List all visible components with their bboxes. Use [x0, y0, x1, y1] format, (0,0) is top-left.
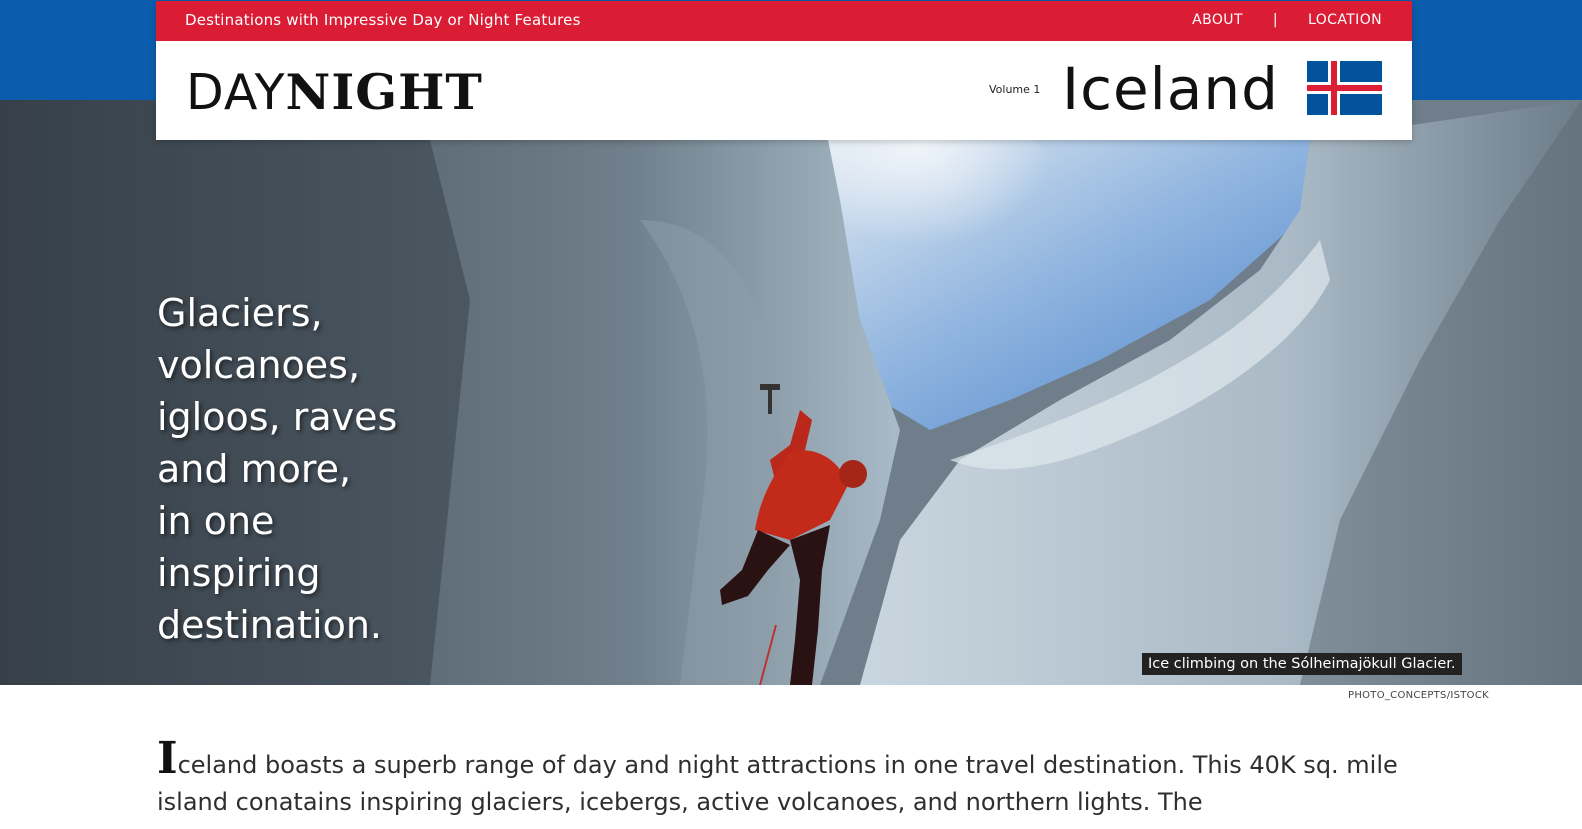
headline-line: Glaciers, [157, 291, 323, 335]
volume-label: Volume 1 [989, 83, 1041, 96]
logo-night: NIGHT [285, 63, 483, 121]
nav-separator: | [1272, 12, 1279, 28]
headline-line: volcanoes, [157, 343, 361, 387]
nav-location-link[interactable]: LOCATION [1308, 12, 1382, 28]
headline-line: inspiring [157, 551, 321, 595]
tagline: Destinations with Impressive Day or Nigh… [185, 11, 581, 29]
logo-day: DAY [186, 64, 286, 121]
top-nav: ABOUT | LOCATION [1192, 12, 1382, 28]
intro-text: celand boasts a superb range of day and … [157, 751, 1398, 816]
nav-about-link[interactable]: ABOUT [1192, 12, 1243, 28]
headline-line: in one [157, 499, 275, 543]
country-title: Iceland [1062, 55, 1279, 123]
photo-credit: PHOTO_CONCEPTS/ISTOCK [1347, 690, 1489, 701]
site-logo[interactable]: DAYNIGHT [186, 67, 483, 118]
photo-caption: Ice climbing on the Sólheimajökull Glaci… [1142, 653, 1462, 675]
iceland-flag-icon [1307, 61, 1382, 115]
headline-line: destination. [157, 603, 382, 647]
headline-line: igloos, raves [157, 395, 398, 439]
headline-line: and more, [157, 447, 352, 491]
site-header: Destinations with Impressive Day or Nigh… [156, 1, 1412, 140]
intro-paragraph: Iceland boasts a superb range of day and… [157, 737, 1417, 821]
top-red-bar: Destinations with Impressive Day or Nigh… [156, 1, 1412, 41]
drop-cap: I [157, 733, 178, 784]
hero-headline: Glaciers, volcanoes, igloos, raves and m… [157, 287, 457, 651]
